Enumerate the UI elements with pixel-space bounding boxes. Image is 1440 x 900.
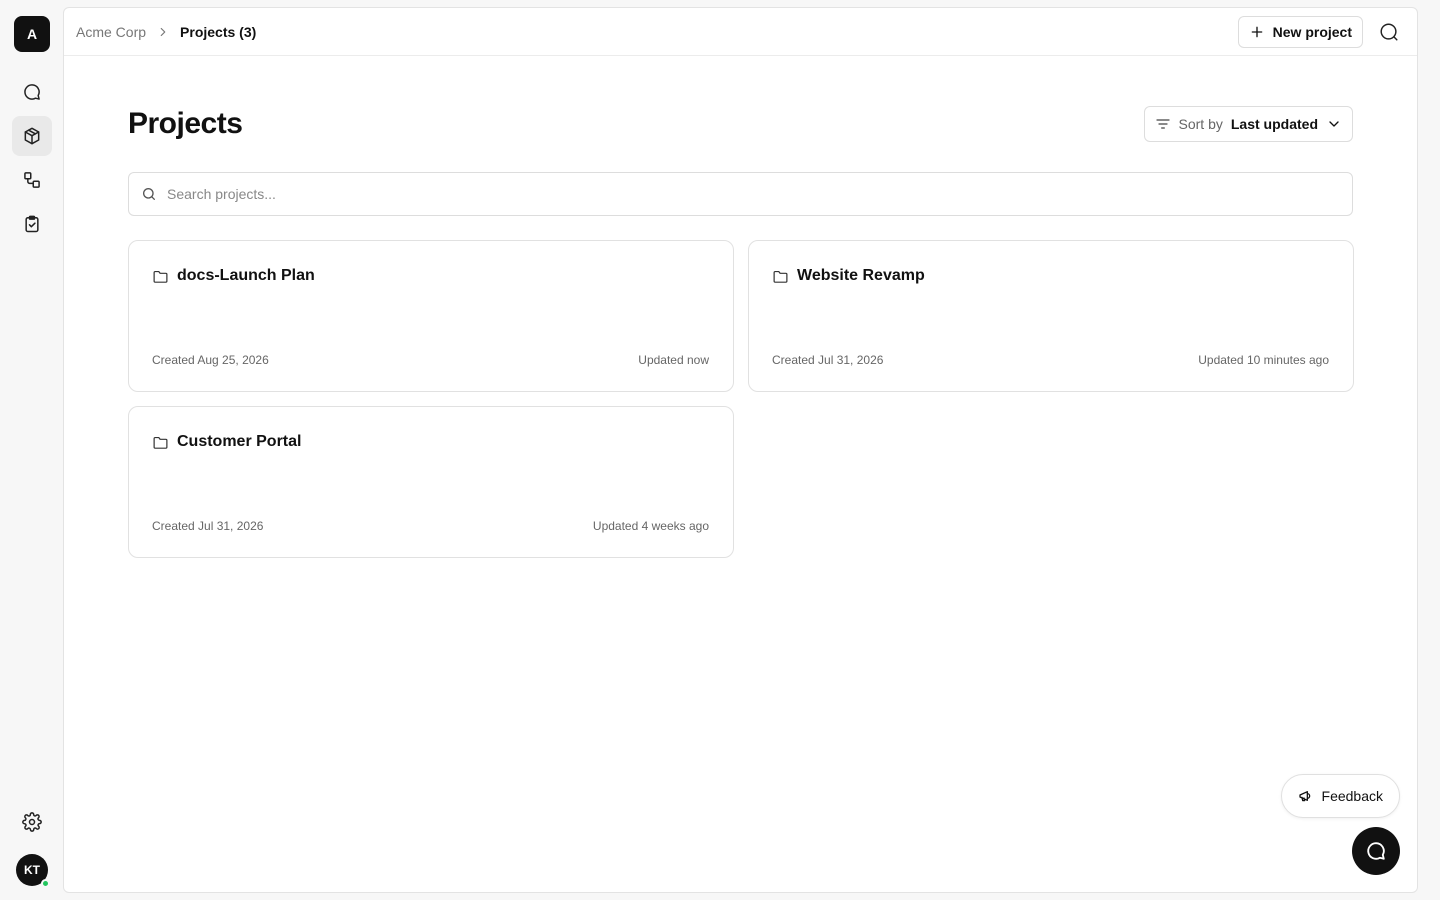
project-card-header: Website Revamp (772, 267, 1329, 285)
project-updated: Updated now (638, 353, 709, 367)
sort-dropdown[interactable]: Sort by Last updated (1143, 106, 1353, 142)
new-project-label: New project (1272, 23, 1352, 40)
sort-value: Last updated (1230, 116, 1318, 132)
chevron-right-icon (156, 25, 170, 39)
rail-bottom: KT (0, 802, 64, 888)
breadcrumb-current: Projects (3) (180, 23, 257, 40)
project-card-header: docs-Launch Plan (152, 267, 709, 285)
project-created: Created Jul 31, 2026 (152, 519, 264, 533)
projects-content: Projects Sort by Last updated docs-Launc… (64, 104, 1417, 558)
rail-item-projects[interactable] (12, 116, 52, 156)
user-initials: KT (24, 863, 40, 877)
sort-prefix: Sort by (1178, 116, 1223, 132)
breadcrumb: Acme Corp Projects (3) (76, 24, 256, 40)
presence-indicator (41, 879, 50, 888)
folder-icon (153, 270, 168, 283)
project-name: Customer Portal (177, 433, 302, 450)
folder-icon (153, 436, 168, 449)
feedback-label: Feedback (1321, 788, 1383, 804)
project-name: Website Revamp (797, 267, 925, 284)
topbar-search-button[interactable] (1373, 16, 1405, 48)
clipboard-check-icon (25, 215, 39, 233)
chat-bubble-icon (1367, 842, 1385, 860)
page-header: Projects Sort by Last updated (128, 104, 1353, 144)
chevron-down-icon (1329, 121, 1339, 127)
project-card-footer: Created Jul 31, 2026 Updated 4 weeks ago (152, 519, 709, 533)
search-icon (1380, 22, 1398, 41)
search-box (128, 172, 1353, 216)
project-card-footer: Created Aug 25, 2026 Updated now (152, 353, 709, 367)
settings-button[interactable] (12, 802, 52, 842)
user-avatar[interactable]: KT (16, 854, 50, 888)
gear-icon (22, 812, 42, 832)
project-card[interactable]: Website Revamp Created Jul 31, 2026 Upda… (748, 240, 1354, 392)
topbar-actions: New project (1237, 15, 1405, 48)
chat-launcher-button[interactable] (1352, 827, 1400, 875)
megaphone-icon (1298, 791, 1310, 802)
top-bar: Acme Corp Projects (3) New project (64, 8, 1417, 56)
filter-lines-icon (1155, 119, 1170, 129)
project-updated: Updated 4 weeks ago (592, 519, 709, 533)
project-card-footer: Created Jul 31, 2026 Updated 10 minutes … (772, 353, 1329, 367)
left-rail: A KT (0, 0, 64, 900)
project-updated: Updated 10 minutes ago (1198, 353, 1329, 367)
plus-icon (1251, 26, 1262, 37)
project-grid: docs-Launch Plan Created Aug 25, 2026 Up… (128, 240, 1354, 558)
project-card[interactable]: Customer Portal Created Jul 31, 2026 Upd… (128, 406, 734, 558)
org-avatar[interactable]: A (14, 16, 50, 52)
new-project-button[interactable]: New project (1237, 15, 1363, 48)
project-created: Created Aug 25, 2026 (152, 353, 269, 367)
box-icon (24, 127, 40, 145)
main-panel: Acme Corp Projects (3) New project Proje… (63, 7, 1418, 893)
workflow-icon (24, 172, 40, 188)
rail-item-workflows[interactable] (12, 160, 52, 200)
search-icon (143, 188, 155, 200)
app-root: A KT Acme Corp Projects (3) New project … (0, 0, 1440, 900)
breadcrumb-org[interactable]: Acme Corp (76, 24, 146, 40)
folder-icon (773, 270, 788, 283)
search-input[interactable] (167, 186, 1340, 202)
page-title: Projects (128, 107, 243, 140)
project-card[interactable]: docs-Launch Plan Created Aug 25, 2026 Up… (128, 240, 734, 392)
feedback-button[interactable]: Feedback (1280, 774, 1400, 818)
project-name: docs-Launch Plan (177, 267, 315, 284)
rail-nav (12, 72, 52, 244)
rail-item-tasks[interactable] (12, 204, 52, 244)
project-card-header: Customer Portal (152, 433, 709, 451)
rail-item-chat[interactable] (12, 72, 52, 112)
project-created: Created Jul 31, 2026 (772, 353, 884, 367)
chat-icon (24, 84, 40, 100)
